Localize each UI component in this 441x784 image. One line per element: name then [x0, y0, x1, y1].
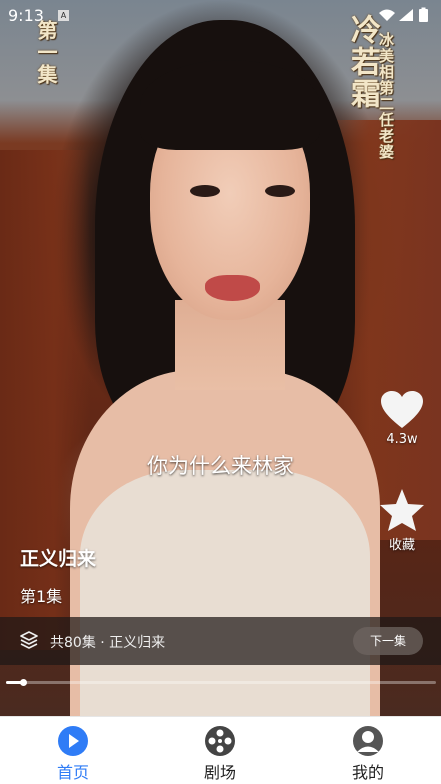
video-scene-eye	[265, 185, 295, 197]
notification-badge: A	[58, 10, 69, 21]
status-bar: 9:13 A	[0, 0, 441, 30]
nav-label-mine: 我的	[351, 763, 384, 782]
film-reel-icon	[205, 726, 235, 756]
play-icon	[58, 726, 88, 756]
like-button[interactable]: 4.3w	[372, 390, 432, 447]
collect-label: 收藏	[388, 538, 415, 553]
video-scene-dress	[80, 470, 370, 716]
layers-icon	[20, 631, 38, 653]
drama-subtitle-overlay-text: 冰美相第二任老婆	[377, 32, 395, 160]
battery-icon	[419, 7, 428, 22]
next-episode-button[interactable]: 下一集	[353, 627, 423, 655]
signal-icon	[399, 9, 413, 21]
collect-button[interactable]: 收藏	[372, 488, 432, 553]
nav-item-home[interactable]: 首页	[33, 725, 113, 783]
video-caption: 你为什么来林家	[147, 454, 294, 478]
nav-item-theater[interactable]: 剧场	[180, 725, 260, 783]
drama-title: 正义归来	[20, 548, 97, 570]
video-scene-bangs	[140, 60, 320, 150]
nav-label-home: 首页	[56, 763, 89, 782]
nav-label-theater: 剧场	[203, 763, 236, 782]
series-info: 共80集 · 正义归来	[50, 635, 166, 651]
series-bar[interactable]: 共80集 · 正义归来 下一集	[0, 617, 441, 665]
heart-icon	[381, 391, 423, 428]
status-time: 9:13	[8, 6, 44, 25]
wifi-icon	[379, 9, 395, 21]
star-icon	[380, 489, 424, 531]
video-scene-mouth	[205, 275, 260, 301]
person-icon	[353, 726, 383, 756]
playback-progress-bar[interactable]	[6, 679, 436, 686]
status-icons	[377, 7, 433, 27]
video-player[interactable]: 第一集 冷若霜 冰美相第二任老婆 你为什么来林家	[0, 0, 441, 716]
bottom-nav: 首页 剧场 我的	[0, 716, 441, 784]
like-count: 4.3w	[386, 432, 418, 447]
video-scene-eye	[190, 185, 220, 197]
nav-item-mine[interactable]: 我的	[328, 725, 408, 783]
episode-label: 第1集	[20, 587, 63, 606]
